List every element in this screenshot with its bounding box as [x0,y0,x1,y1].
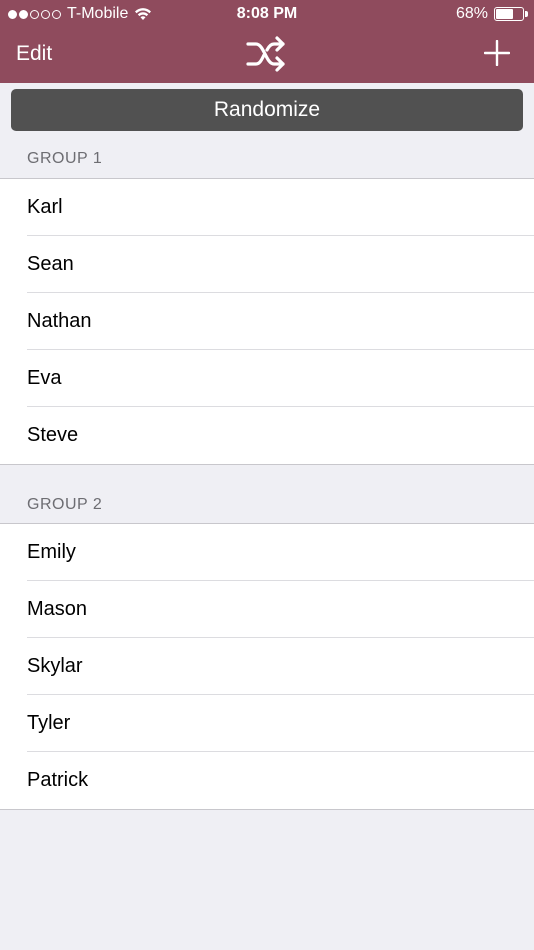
battery-percent: 68% [455,5,488,22]
shuffle-icon[interactable] [245,34,289,74]
status-time: 8:08 PM [236,5,298,22]
list-item[interactable]: Mason [0,581,534,638]
list-item[interactable]: Nathan [0,293,534,350]
member-name: Patrick [27,769,89,791]
top-bar: T-Mobile 8:08 PM 68% Edit [0,0,534,83]
group-2-header: GROUP 2 [27,496,103,513]
group-2-list: Emily Mason Skylar Tyler Patrick [0,523,534,810]
group-1-list: Karl Sean Nathan Eva Steve [0,178,534,465]
list-item[interactable]: Emily [0,524,534,581]
navigation-bar: Edit [0,28,534,83]
member-name: Sean [27,253,74,275]
list-item[interactable]: Eva [0,350,534,407]
list-item[interactable]: Karl [0,179,534,236]
member-name: Skylar [27,655,83,677]
group-1-header: GROUP 1 [27,150,103,167]
status-right: 68% [455,5,528,23]
member-name: Emily [27,541,76,563]
list-item[interactable]: Tyler [0,695,534,752]
member-name: Eva [27,367,62,389]
member-name: Tyler [27,712,71,734]
status-bar: T-Mobile 8:08 PM 68% [0,0,534,28]
edit-button[interactable]: Edit [16,42,52,66]
member-name: Mason [27,598,88,620]
plus-icon[interactable] [484,40,510,66]
list-item[interactable]: Steve [0,407,534,464]
list-item[interactable]: Patrick [0,752,534,809]
app-screen: T-Mobile 8:08 PM 68% Edit Randomize GROU… [0,0,534,950]
randomize-button[interactable]: Randomize [11,89,523,131]
member-name: Karl [27,196,63,218]
battery-icon [494,7,528,21]
member-name: Nathan [27,310,92,332]
member-name: Steve [27,424,79,446]
list-item[interactable]: Sean [0,236,534,293]
list-item[interactable]: Skylar [0,638,534,695]
